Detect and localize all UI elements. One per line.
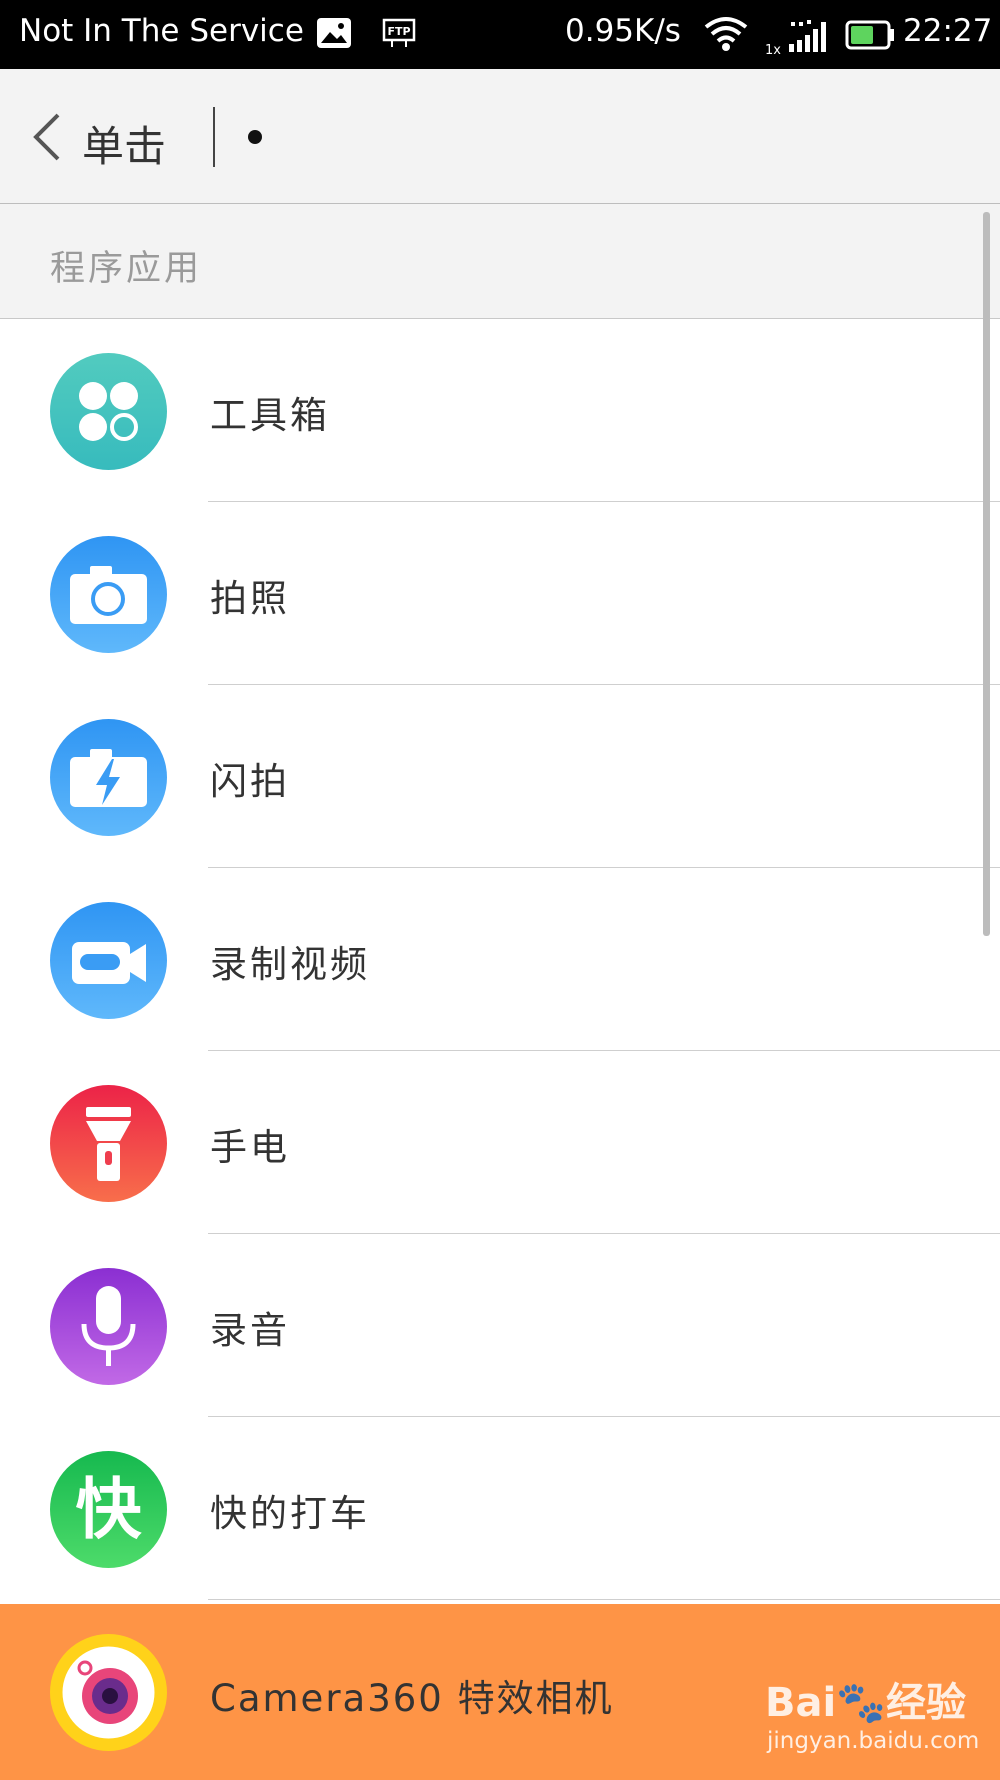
- clock-time: 22:27: [903, 13, 993, 49]
- list-item-record-video[interactable]: 录制视频: [0, 868, 1000, 1051]
- microphone-icon: [50, 1268, 167, 1385]
- watermark-brand: Bai🐾经验: [765, 1680, 966, 1726]
- list-item-label: Camera360 特效相机: [210, 1677, 614, 1720]
- section-header: 程序应用: [0, 204, 1000, 319]
- carrier-text: Not In The Service: [19, 13, 304, 49]
- list-item-recorder[interactable]: 录音: [0, 1234, 1000, 1417]
- list-item-flash-camera[interactable]: 闪拍: [0, 685, 1000, 868]
- list-item-camera[interactable]: 拍照: [0, 502, 1000, 685]
- list-item-label: 录制视频: [210, 943, 370, 986]
- back-button[interactable]: 单击: [22, 99, 192, 173]
- image-icon: [315, 16, 353, 54]
- svg-text:1x: 1x: [765, 43, 781, 56]
- kuaidi-glyph: 快: [75, 1471, 142, 1548]
- title-divider: [213, 107, 215, 167]
- camera360-icon: [50, 1634, 167, 1751]
- list-item-label: 工具箱: [210, 394, 330, 437]
- section-title: 程序应用: [50, 249, 203, 289]
- wifi-icon: [704, 15, 748, 57]
- flash-camera-icon: [50, 719, 167, 836]
- list-item-label: 闪拍: [210, 760, 290, 803]
- chevron-left-icon: [32, 111, 62, 167]
- ftp-icon: FTP: [382, 16, 416, 54]
- kuaidi-icon: 快: [50, 1451, 167, 1568]
- status-bar: Not In The Service FTP 0.95K/s 1x 22:27: [0, 0, 1000, 69]
- list-item-toolbox[interactable]: 工具箱: [0, 319, 1000, 502]
- flashlight-icon: [50, 1085, 167, 1202]
- list-item-flashlight[interactable]: 手电: [0, 1051, 1000, 1234]
- watermark-url: jingyan.baidu.com: [767, 1728, 980, 1754]
- list-item-kuaidi-taxi[interactable]: 快 快的打车: [0, 1417, 1000, 1600]
- back-label: 单击: [82, 122, 167, 171]
- row-divider: [208, 1599, 1000, 1600]
- video-camera-icon: [50, 902, 167, 1019]
- baidu-watermark: Bai🐾经验 jingyan.baidu.com: [765, 1670, 979, 1770]
- toolbox-icon: [50, 353, 167, 470]
- network-speed: 0.95K/s: [565, 13, 681, 49]
- list-item-label: 手电: [210, 1126, 290, 1169]
- battery-icon: [845, 18, 895, 56]
- camera-icon: [50, 536, 167, 653]
- list-item-label: 拍照: [210, 577, 290, 620]
- list-item-label: 快的打车: [210, 1492, 370, 1535]
- top-bar: 单击: [0, 69, 1000, 204]
- dot-indicator: [248, 130, 262, 144]
- list-item-label: 录音: [210, 1309, 290, 1352]
- scrollbar[interactable]: [983, 212, 990, 936]
- signal-icon: 1x: [765, 14, 833, 60]
- svg-text:FTP: FTP: [387, 25, 410, 38]
